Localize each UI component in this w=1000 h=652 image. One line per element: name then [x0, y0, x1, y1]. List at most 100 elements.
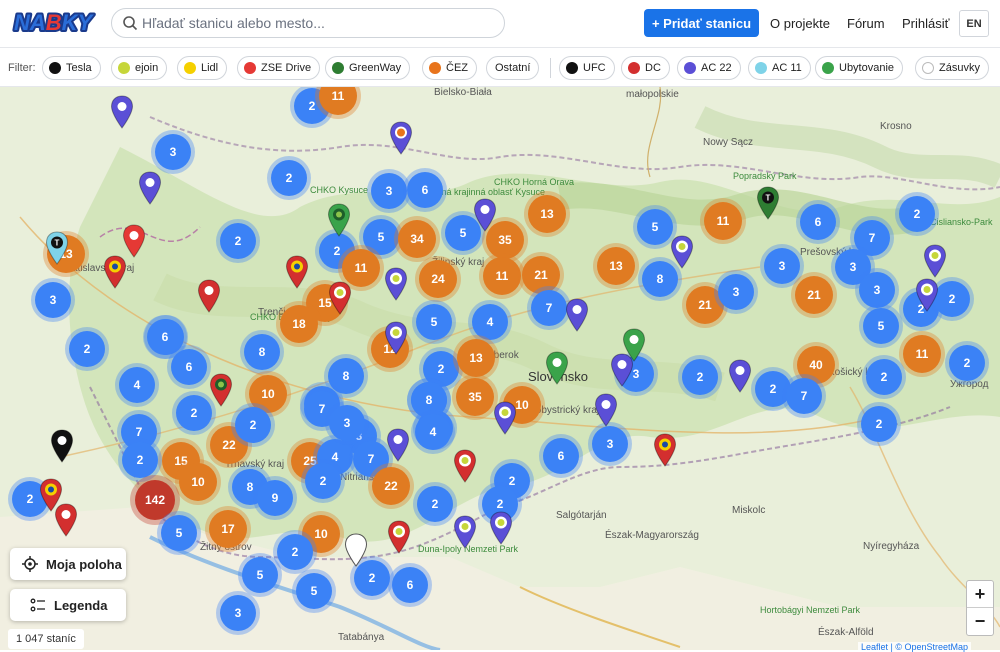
- station-cluster[interactable]: 3: [371, 173, 407, 209]
- charging-station-marker-icon[interactable]: [923, 244, 947, 278]
- station-cluster[interactable]: 5: [242, 557, 278, 593]
- station-cluster[interactable]: 10: [179, 463, 217, 501]
- charging-station-marker-icon[interactable]: [670, 235, 694, 269]
- charging-station-marker-icon[interactable]: [384, 321, 408, 355]
- charging-station-marker-icon[interactable]: [493, 401, 517, 435]
- station-cluster[interactable]: 4: [119, 367, 155, 403]
- station-cluster[interactable]: 24: [419, 260, 457, 298]
- search-box[interactable]: [111, 8, 505, 38]
- charging-station-marker-icon[interactable]: [565, 298, 589, 332]
- station-cluster[interactable]: 2: [271, 160, 307, 196]
- station-cluster[interactable]: 2: [220, 223, 256, 259]
- station-cluster[interactable]: 11: [704, 202, 742, 240]
- zoom-out-button[interactable]: −: [967, 608, 993, 635]
- station-cluster[interactable]: 2: [755, 371, 791, 407]
- station-cluster[interactable]: 2: [682, 359, 718, 395]
- station-cluster[interactable]: 5: [161, 515, 197, 551]
- search-input[interactable]: [142, 12, 492, 34]
- station-cluster[interactable]: 8: [328, 358, 364, 394]
- station-cluster[interactable]: 3: [155, 134, 191, 170]
- station-cluster[interactable]: 21: [522, 256, 560, 294]
- station-cluster[interactable]: 13: [597, 247, 635, 285]
- station-cluster[interactable]: 3: [220, 595, 256, 631]
- charging-station-marker-icon[interactable]: [103, 255, 127, 289]
- filter-chip-ubytovanie[interactable]: Ubytovanie: [815, 56, 904, 80]
- charging-station-marker-icon[interactable]: [386, 428, 410, 462]
- charging-station-marker-icon[interactable]: [122, 224, 146, 258]
- station-cluster[interactable]: 35: [456, 378, 494, 416]
- filter-chip-ostatn-[interactable]: Ostatní: [486, 56, 540, 80]
- language-switch[interactable]: EN: [959, 10, 989, 37]
- station-cluster[interactable]: 5: [416, 304, 452, 340]
- station-cluster[interactable]: 21: [795, 276, 833, 314]
- nav-login[interactable]: Prihlásiť: [902, 16, 950, 31]
- filter-chip-čez[interactable]: ČEZ: [422, 56, 477, 80]
- add-station-button[interactable]: + Pridať stanicu: [644, 9, 759, 37]
- charging-station-marker-icon[interactable]: [389, 121, 413, 155]
- station-cluster[interactable]: 5: [296, 573, 332, 609]
- station-cluster[interactable]: 3: [329, 405, 365, 441]
- station-cluster[interactable]: 2: [934, 281, 970, 317]
- station-cluster[interactable]: 11: [483, 257, 521, 295]
- station-cluster[interactable]: 13: [528, 195, 566, 233]
- station-cluster[interactable]: 2: [861, 406, 897, 442]
- filter-chip-lidl[interactable]: Lidl: [177, 56, 228, 80]
- station-cluster[interactable]: 7: [786, 378, 822, 414]
- nav-about[interactable]: O projekte: [770, 16, 830, 31]
- station-cluster[interactable]: 2: [235, 407, 271, 443]
- station-cluster[interactable]: 4: [415, 414, 451, 450]
- nav-forum[interactable]: Fórum: [847, 16, 885, 31]
- charging-station-marker-icon[interactable]: [489, 511, 513, 545]
- station-cluster[interactable]: 9: [257, 480, 293, 516]
- station-cluster[interactable]: 7: [531, 290, 567, 326]
- zoom-in-button[interactable]: +: [967, 581, 993, 608]
- filter-chip-greenway[interactable]: GreenWay: [325, 56, 411, 80]
- charging-station-marker-icon[interactable]: [328, 281, 352, 315]
- station-cluster[interactable]: 13: [457, 339, 495, 377]
- station-cluster[interactable]: 2: [899, 196, 935, 232]
- station-cluster[interactable]: 2: [305, 463, 341, 499]
- station-cluster[interactable]: 6: [407, 172, 443, 208]
- charging-station-marker-icon[interactable]: T: [756, 186, 780, 220]
- charging-station-marker-icon[interactable]: [453, 449, 477, 483]
- station-cluster[interactable]: 5: [637, 209, 673, 245]
- station-cluster[interactable]: 8: [411, 382, 447, 418]
- station-cluster[interactable]: 142: [135, 480, 175, 520]
- station-cluster[interactable]: 2: [69, 331, 105, 367]
- filter-chip-dc[interactable]: DC: [621, 56, 670, 80]
- charging-station-marker-icon[interactable]: [473, 198, 497, 232]
- charging-station-marker-icon[interactable]: [54, 503, 78, 537]
- station-cluster[interactable]: 6: [800, 204, 836, 240]
- charging-station-marker-icon[interactable]: [285, 255, 309, 289]
- my-location-button[interactable]: Moja poloha: [10, 548, 126, 580]
- station-cluster[interactable]: 3: [718, 274, 754, 310]
- station-cluster[interactable]: 11: [903, 335, 941, 373]
- station-cluster[interactable]: 3: [35, 282, 71, 318]
- filter-chip-ufc[interactable]: UFC: [559, 56, 615, 80]
- charging-station-marker-icon[interactable]: [327, 203, 351, 237]
- filter-chip-z-suvky[interactable]: Zásuvky: [915, 56, 989, 80]
- filter-chip-ac-22[interactable]: AC 22: [677, 56, 741, 80]
- charging-station-marker-icon[interactable]: [453, 515, 477, 549]
- station-cluster[interactable]: 3: [764, 248, 800, 284]
- station-cluster[interactable]: 2: [866, 359, 902, 395]
- station-cluster[interactable]: 2: [277, 534, 313, 570]
- nabky-logo[interactable]: NABKY NABKY: [12, 6, 102, 38]
- station-cluster[interactable]: 3: [592, 426, 628, 462]
- charging-station-marker-icon[interactable]: [344, 533, 368, 567]
- charging-station-marker-icon[interactable]: [728, 359, 752, 393]
- station-cluster[interactable]: 22: [372, 467, 410, 505]
- station-cluster[interactable]: 4: [472, 304, 508, 340]
- charging-station-marker-icon[interactable]: [110, 95, 134, 129]
- station-cluster[interactable]: 2: [122, 442, 158, 478]
- charging-station-marker-icon[interactable]: [594, 393, 618, 427]
- charging-station-marker-icon[interactable]: [138, 171, 162, 205]
- station-cluster[interactable]: 6: [543, 438, 579, 474]
- station-cluster[interactable]: 3: [859, 272, 895, 308]
- station-cluster[interactable]: 6: [147, 319, 183, 355]
- filter-chip-tesla[interactable]: Tesla: [42, 56, 101, 80]
- charging-station-marker-icon[interactable]: [387, 520, 411, 554]
- charging-station-marker-icon[interactable]: [545, 351, 569, 385]
- charging-station-marker-icon[interactable]: T: [45, 231, 69, 265]
- filter-chip-zse-drive[interactable]: ZSE Drive: [237, 56, 321, 80]
